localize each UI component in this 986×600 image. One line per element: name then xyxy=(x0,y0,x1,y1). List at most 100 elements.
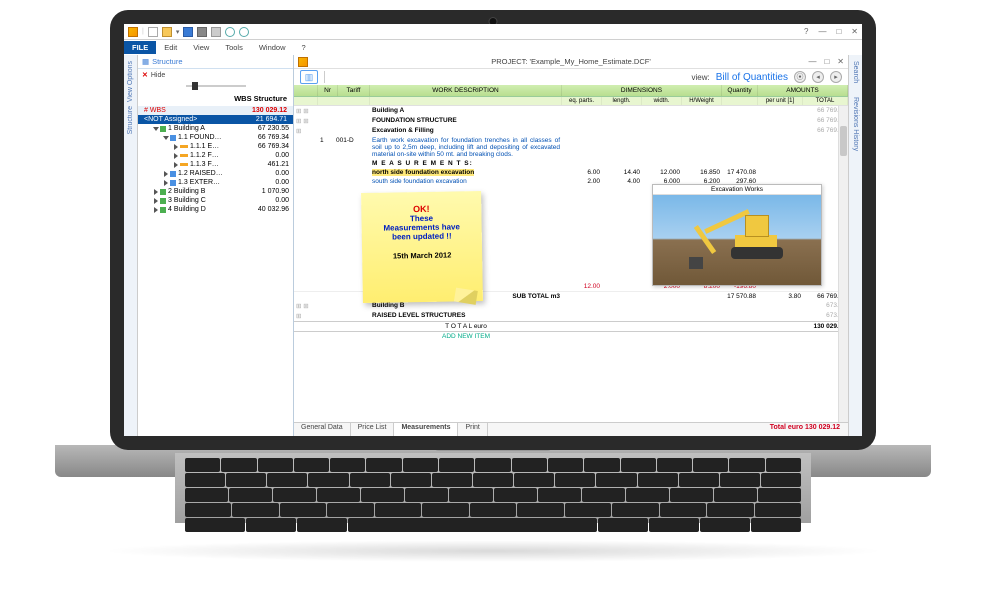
structure-panel: ▦ Structure ✕ Hide WBS Structure # WBS 1… xyxy=(138,55,294,436)
dropdown-icon[interactable]: ▾ xyxy=(176,28,180,36)
col-wid: width. xyxy=(642,97,682,105)
footer-total-euro: Total euro 130 029.12 xyxy=(762,423,848,436)
menu-tools[interactable]: Tools xyxy=(217,41,251,54)
separator: | xyxy=(142,28,144,35)
maximize-icon[interactable]: □ xyxy=(836,27,841,36)
wbs-row[interactable]: 2 Building B1 070.90 xyxy=(138,187,293,196)
wbs-label: WBS xyxy=(150,107,166,114)
wbs-row[interactable]: 1.3 EXTER…0.00 xyxy=(138,178,293,187)
left-side-tabs: View Options Structure xyxy=(124,55,138,436)
menu-edit[interactable]: Edit xyxy=(156,41,185,54)
cell-north[interactable]: north side foundation excavation xyxy=(372,169,474,176)
view-boq[interactable]: Bill of Quantities xyxy=(716,72,788,83)
col-amounts: AMOUNTS xyxy=(758,85,848,96)
north-len[interactable]: 14.40 xyxy=(602,168,642,177)
row-foundation-structure[interactable]: FOUNDATION STRUCTURE xyxy=(370,116,562,126)
south-eq[interactable]: 2.00 xyxy=(562,177,602,186)
wbs-structure-title: WBS Structure xyxy=(138,91,293,106)
tab-view-options[interactable]: View Options xyxy=(127,61,134,102)
nav-prev-icon[interactable]: ◂ xyxy=(812,71,824,83)
subtotal-pu: 3.80 xyxy=(758,292,803,301)
menu-help[interactable]: ? xyxy=(294,41,314,54)
right-side-tabs: Search Revisions History xyxy=(848,55,862,436)
tab-general-data[interactable]: General Data xyxy=(294,423,351,436)
cell-desc1[interactable]: Earth work excavation for foundation tre… xyxy=(370,136,562,159)
col-dims: DIMENSIONS xyxy=(562,85,722,96)
nav-first-icon[interactable]: ⦿ xyxy=(794,71,806,83)
row-building-a[interactable]: Building A xyxy=(370,106,562,116)
wbs-row[interactable]: 1.1.3 F…461.21 xyxy=(138,160,293,169)
sticky-note[interactable]: OK! These Measurements have been updated… xyxy=(361,191,483,303)
wbs-row[interactable]: 3 Building C0.00 xyxy=(138,196,293,205)
menu-view[interactable]: View xyxy=(185,41,217,54)
north-qty: 17 470.08 xyxy=(722,168,758,177)
sticky-date: 15th March 2012 xyxy=(368,250,476,261)
doc-close-icon[interactable]: ✕ xyxy=(837,57,844,66)
wbs-grand-total: 130 029.12 xyxy=(252,107,287,114)
new-icon[interactable] xyxy=(148,27,158,37)
wbs-row[interactable]: 1.2 RAISED…0.00 xyxy=(138,169,293,178)
neg-eq[interactable]: 12.00 xyxy=(562,282,602,291)
row-excavation-filling[interactable]: Excavation & Filling xyxy=(370,126,562,136)
grid-header: Nr Tariff WORK DESCRIPTION DIMENSIONS Qu… xyxy=(294,85,848,97)
help-icon[interactable]: ? xyxy=(804,27,808,36)
app-icon xyxy=(298,57,308,67)
col-len: length. xyxy=(602,97,642,105)
doc-titlebar: PROJECT: 'Example_My_Home_Estimate.DCF' … xyxy=(294,55,848,69)
save-icon[interactable] xyxy=(183,27,193,37)
cell-south[interactable]: south side foundation excavation xyxy=(370,177,562,186)
wbs-row[interactable]: 1.1 FOUND…66 769.34 xyxy=(138,133,293,142)
x-icon: ✕ xyxy=(142,71,148,79)
redo-icon[interactable] xyxy=(239,27,249,37)
tab-search[interactable]: Search xyxy=(852,61,859,83)
doc-minimize-icon[interactable]: — xyxy=(808,57,816,66)
tab-measurements[interactable]: Measurements xyxy=(394,423,458,436)
north-hw[interactable]: 16.850 xyxy=(682,168,722,177)
folder-icon[interactable] xyxy=(162,27,172,37)
structure-title: Structure xyxy=(152,57,182,66)
tab-price-list[interactable]: Price List xyxy=(351,423,395,436)
tab-print[interactable]: Print xyxy=(458,423,487,436)
menu-file[interactable]: FILE xyxy=(124,41,156,54)
tab-revisions-history[interactable]: Revisions History xyxy=(852,89,859,151)
add-new-item[interactable]: ADD NEW ITEM xyxy=(370,332,562,341)
menu-window[interactable]: Window xyxy=(251,41,294,54)
zoom-slider[interactable] xyxy=(138,81,293,91)
col-hw: H/Weight xyxy=(682,97,722,105)
south-len[interactable]: 4.00 xyxy=(602,177,642,186)
close-icon[interactable]: ✕ xyxy=(851,27,858,36)
not-assigned-label: <NOT Assigned> xyxy=(144,116,197,123)
north-eq[interactable]: 6.00 xyxy=(562,168,602,177)
tools-icon[interactable] xyxy=(211,27,221,37)
book-icon[interactable]: ▥ xyxy=(300,70,318,84)
col-tot: TOTAL xyxy=(803,97,848,105)
structure-icon: ▦ xyxy=(142,57,149,66)
excavator-image xyxy=(653,195,821,285)
vertical-scrollbar[interactable] xyxy=(838,106,848,422)
doc-maximize-icon[interactable]: □ xyxy=(824,57,829,66)
tab-structure[interactable]: Structure xyxy=(127,106,134,144)
divider xyxy=(324,71,325,83)
app-icon xyxy=(128,27,138,37)
north-wid[interactable]: 12.000 xyxy=(642,168,682,177)
menu-bar: FILE Edit View Tools Window ? xyxy=(124,40,862,55)
col-nr: Nr xyxy=(318,85,338,96)
nav-next-icon[interactable]: ▸ xyxy=(830,71,842,83)
wbs-row[interactable]: 1.1.1 E…66 769.34 xyxy=(138,142,293,151)
wbs-row[interactable]: 1 Building A67 230.55 xyxy=(138,124,293,133)
sticky-l3: been updated !! xyxy=(368,231,476,242)
undo-icon[interactable] xyxy=(225,27,235,37)
col-pu: per unit [1] xyxy=(758,97,803,105)
not-assigned-row[interactable]: <NOT Assigned> 21 694.71 xyxy=(138,115,293,124)
footer-total-label: T O T A L euro xyxy=(370,322,562,331)
attachment-image[interactable]: Excavation Works xyxy=(652,184,822,286)
wbs-row[interactable]: 1.1.2 F…0.00 xyxy=(138,151,293,160)
row-raised-level[interactable]: RAISED LEVEL STRUCTURES xyxy=(370,311,562,321)
wbs-row[interactable]: 4 Building D40 032.96 xyxy=(138,205,293,214)
col-desc: WORK DESCRIPTION xyxy=(370,85,562,96)
minimize-icon[interactable]: — xyxy=(818,27,826,36)
view-icon[interactable] xyxy=(197,27,207,37)
quick-toolbar: | ▾ ? — □ ✕ xyxy=(124,24,862,40)
hash-icon: # xyxy=(144,107,148,114)
hide-button[interactable]: ✕ Hide xyxy=(138,69,293,81)
